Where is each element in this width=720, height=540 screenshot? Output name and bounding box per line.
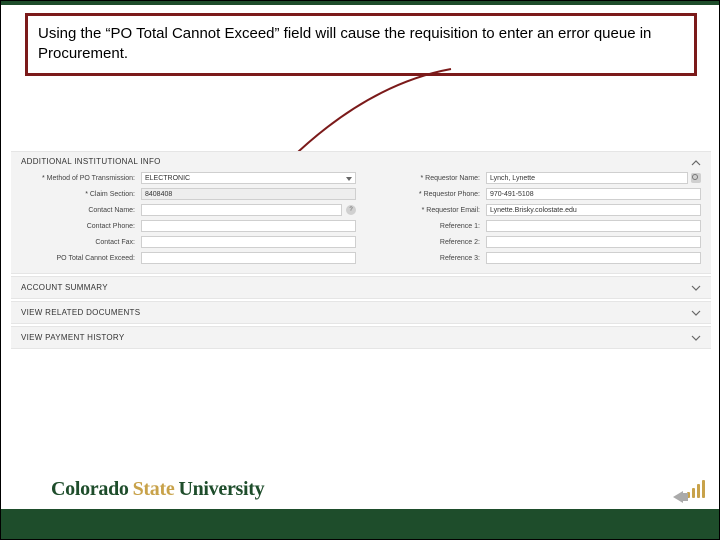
label-method-of-po-transmission: Method of PO Transmission: bbox=[21, 175, 141, 182]
requestor-phone-input[interactable]: 970-491-5108 bbox=[486, 188, 701, 200]
logo-word-state: State bbox=[133, 478, 175, 501]
section-account-summary[interactable]: ACCOUNT SUMMARY bbox=[11, 276, 711, 299]
label-requestor-name: Requestor Name: bbox=[366, 175, 486, 182]
top-border bbox=[1, 1, 720, 5]
section-view-related-documents[interactable]: VIEW RELATED DOCUMENTS bbox=[11, 301, 711, 324]
requestor-name-input[interactable]: Lynch, Lynette bbox=[486, 172, 688, 184]
reference-1-input[interactable] bbox=[486, 220, 701, 232]
label-reference-1: Reference 1: bbox=[366, 223, 486, 230]
reference-2-input[interactable] bbox=[486, 236, 701, 248]
bottom-border bbox=[1, 509, 720, 539]
label-reference-3: Reference 3: bbox=[366, 255, 486, 262]
slide: Using the “PO Total Cannot Exceed” field… bbox=[0, 0, 720, 540]
chevron-down-icon bbox=[691, 283, 701, 293]
contact-name-input[interactable] bbox=[141, 204, 342, 216]
label-contact-fax: Contact Fax: bbox=[21, 239, 141, 246]
label-reference-2: Reference 2: bbox=[366, 239, 486, 246]
label-requestor-email: Requestor Email: bbox=[366, 207, 486, 214]
right-column: Requestor Name: Lynch, Lynette Requestor… bbox=[366, 172, 701, 268]
label-contact-phone: Contact Phone: bbox=[21, 223, 141, 230]
reference-3-input[interactable] bbox=[486, 252, 701, 264]
claim-section-field: 8408408 bbox=[141, 188, 356, 200]
section-label: ACCOUNT SUMMARY bbox=[21, 283, 108, 292]
section-view-payment-history[interactable]: VIEW PAYMENT HISTORY bbox=[11, 326, 711, 349]
audio-bars bbox=[685, 480, 705, 503]
chevron-down-icon bbox=[691, 333, 701, 343]
audio-icon[interactable] bbox=[673, 480, 705, 503]
contact-fax-input[interactable] bbox=[141, 236, 356, 248]
section-title: ADDITIONAL INSTITUTIONAL INFO bbox=[21, 157, 701, 166]
label-contact-name: Contact Name: bbox=[21, 207, 141, 214]
left-column: Method of PO Transmission: ELECTRONIC Cl… bbox=[21, 172, 356, 268]
label-requestor-phone: Requestor Phone: bbox=[366, 191, 486, 198]
chevron-up-icon[interactable] bbox=[691, 158, 701, 168]
contact-phone-input[interactable] bbox=[141, 220, 356, 232]
callout-box: Using the “PO Total Cannot Exceed” field… bbox=[25, 13, 697, 76]
method-of-po-transmission-select[interactable]: ELECTRONIC bbox=[141, 172, 356, 184]
requestor-email-input[interactable]: Lynette.Brisky.colostate.edu bbox=[486, 204, 701, 216]
callout-text: Using the “PO Total Cannot Exceed” field… bbox=[38, 25, 651, 62]
section-label: VIEW PAYMENT HISTORY bbox=[21, 333, 125, 342]
info-icon[interactable]: ? bbox=[346, 205, 356, 215]
label-claim-section: Claim Section: bbox=[21, 191, 141, 198]
lookup-icon[interactable] bbox=[691, 173, 701, 183]
chevron-down-icon bbox=[691, 308, 701, 318]
logo-word-colorado: Colorado bbox=[51, 478, 129, 500]
form-area: ADDITIONAL INSTITUTIONAL INFO Method of … bbox=[11, 151, 711, 351]
csu-logo: ColoradoStateUniversity bbox=[51, 478, 264, 501]
logo-word-university: University bbox=[178, 478, 264, 500]
po-total-cannot-exceed-input[interactable] bbox=[141, 252, 356, 264]
section-additional-institutional-info: ADDITIONAL INSTITUTIONAL INFO Method of … bbox=[11, 151, 711, 274]
label-po-total-cannot-exceed: PO Total Cannot Exceed: bbox=[21, 255, 141, 262]
section-label: VIEW RELATED DOCUMENTS bbox=[21, 308, 140, 317]
speaker-icon bbox=[673, 491, 683, 503]
